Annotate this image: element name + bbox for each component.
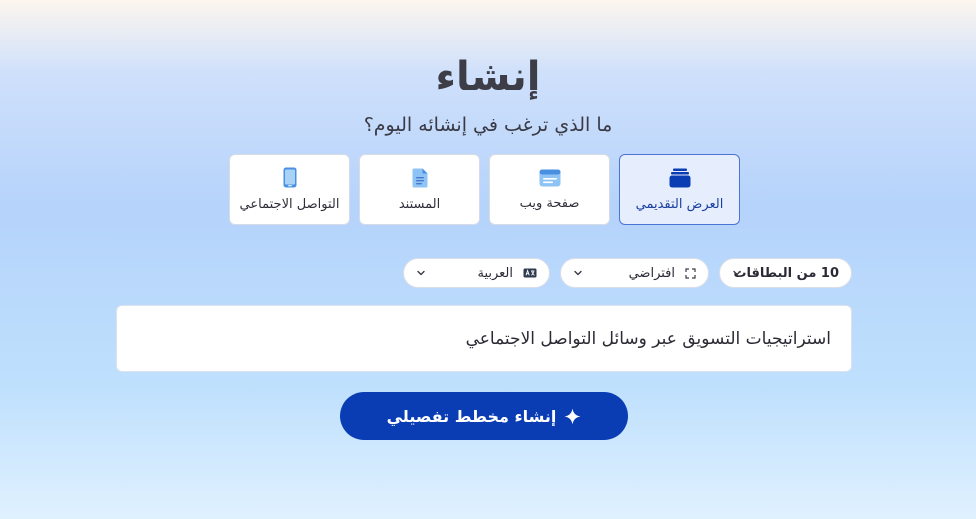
chevron-down-icon bbox=[574, 270, 582, 276]
options-row: 10 من البطاقات افتراضي العربية bbox=[403, 258, 852, 288]
generate-button-label: إنشاء مخطط تفصيلي bbox=[386, 406, 557, 426]
page-subtitle: ما الذي ترغب في إنشائه اليوم؟ bbox=[363, 114, 613, 136]
language-value: العربية bbox=[477, 265, 513, 281]
webpage-icon bbox=[539, 169, 560, 186]
phone-icon bbox=[283, 167, 296, 188]
card-count-value: 10 من البطاقات bbox=[733, 265, 839, 281]
generate-outline-button[interactable]: إنشاء مخطط تفصيلي bbox=[340, 392, 628, 440]
type-card-social[interactable]: التواصل الاجتماعي bbox=[229, 154, 350, 225]
type-card-label: التواصل الاجتماعي bbox=[239, 197, 340, 212]
type-card-label: صفحة ويب bbox=[519, 195, 580, 211]
layout-value: افتراضي bbox=[628, 265, 675, 281]
content-type-selector: العرض التقديمي صفحة ويب المستند التواصل … bbox=[229, 154, 740, 225]
prompt-input[interactable] bbox=[137, 328, 831, 349]
type-card-webpage[interactable]: صفحة ويب bbox=[489, 154, 610, 225]
sparkle-icon bbox=[564, 408, 581, 424]
type-card-document[interactable]: المستند bbox=[359, 154, 480, 225]
page-title: إنشاء bbox=[435, 54, 541, 100]
prompt-box bbox=[116, 305, 852, 372]
translate-icon bbox=[523, 268, 537, 278]
chevron-down-icon bbox=[417, 270, 425, 276]
document-icon bbox=[412, 168, 427, 187]
chevron-down-icon bbox=[733, 270, 741, 276]
presentation-stack-icon bbox=[669, 168, 690, 187]
layout-dropdown[interactable]: افتراضي bbox=[560, 258, 709, 288]
card-count-dropdown[interactable]: 10 من البطاقات bbox=[719, 258, 852, 288]
type-card-label: المستند bbox=[398, 196, 441, 212]
type-card-presentation[interactable]: العرض التقديمي bbox=[619, 154, 740, 225]
type-card-label: العرض التقديمي bbox=[635, 196, 724, 212]
language-dropdown[interactable]: العربية bbox=[403, 258, 550, 288]
aspect-ratio-icon bbox=[685, 267, 696, 279]
